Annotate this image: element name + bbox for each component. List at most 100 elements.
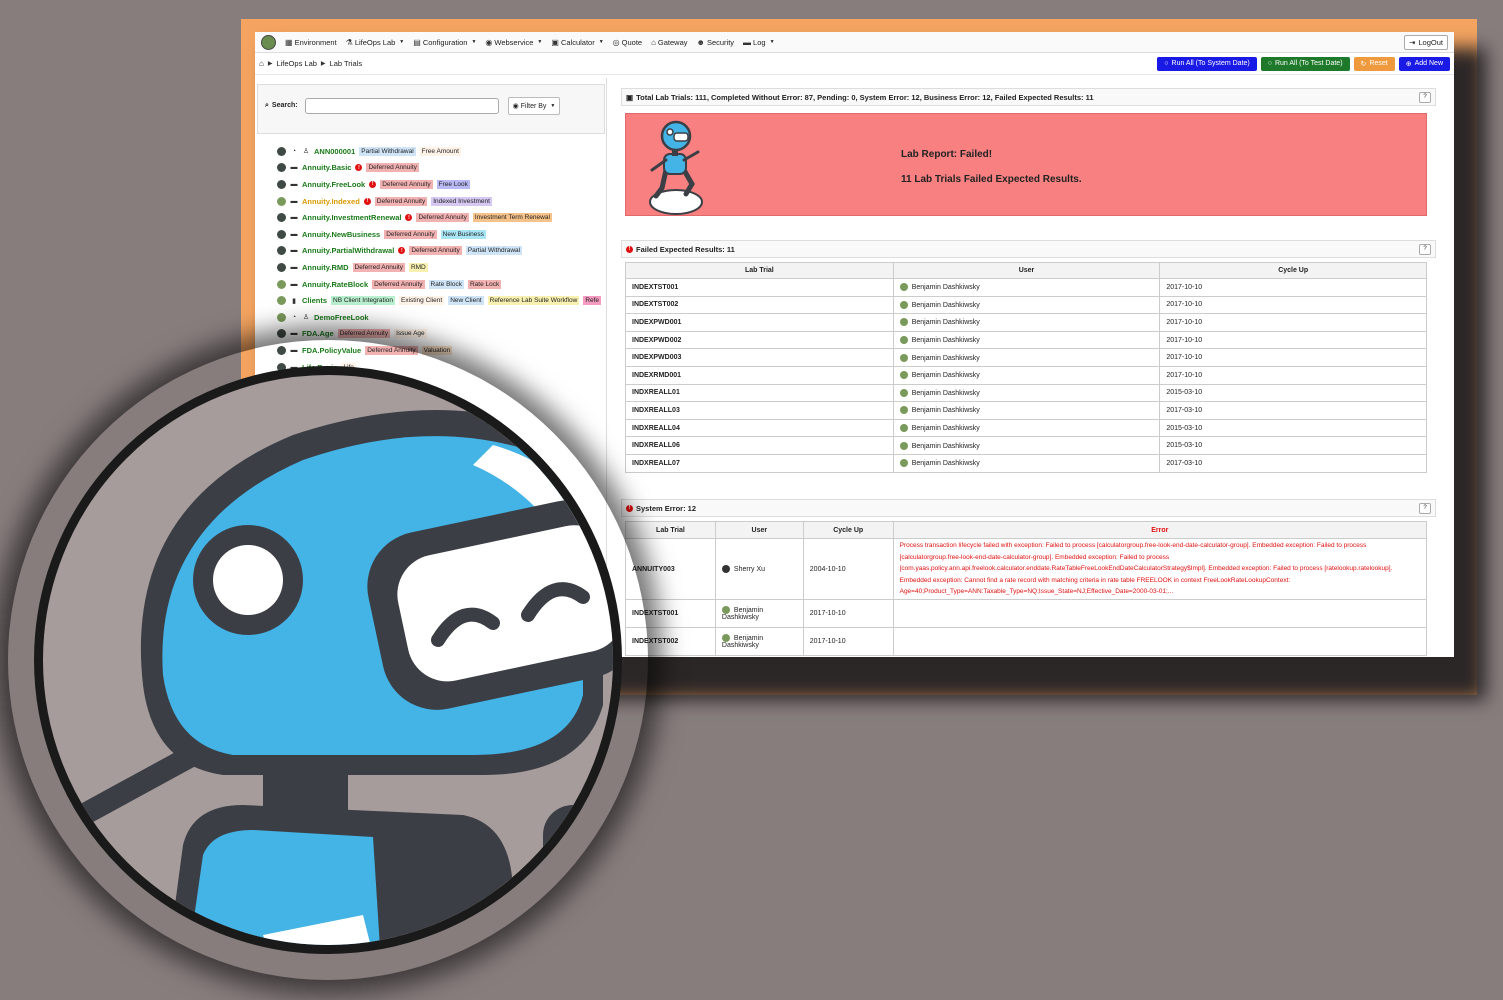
tag-label[interactable]: Deferred Annuity bbox=[380, 179, 433, 189]
tag-label[interactable]: Deferred Annuity bbox=[337, 329, 391, 339]
tree-item[interactable]: ▬ Annuity.InvestmentRenewal! Deferred Annu… bbox=[277, 209, 603, 226]
column-header[interactable]: Cycle Up bbox=[1159, 262, 1427, 279]
tag-label[interactable]: Deferred Annuity bbox=[352, 262, 405, 272]
table-row[interactable]: INDXREALL04 Benjamin Dashkiwsky 2015-03-… bbox=[625, 418, 1427, 438]
tag-label[interactable]: Reference Lab Suite Workflow bbox=[487, 296, 580, 306]
tag-label[interactable]: Refe bbox=[583, 296, 602, 306]
column-header[interactable]: User bbox=[892, 262, 1161, 279]
tree-item[interactable]: ◔ ♙ DemoFreeLook bbox=[277, 309, 603, 326]
tree-item-name[interactable]: Clients bbox=[302, 296, 327, 305]
nav-item-configuration[interactable]: ▤ Configuration ▼ bbox=[413, 38, 476, 47]
lab-trial-cell[interactable]: INDEXPWD003 bbox=[625, 348, 894, 367]
table-row[interactable]: INDXREALL06 Benjamin Dashkiwsky 2015-03-… bbox=[625, 436, 1427, 455]
tag-label[interactable]: Rate Block bbox=[428, 279, 464, 289]
lab-trial-cell[interactable]: INDEXTST001 bbox=[625, 278, 894, 297]
tree-item[interactable]: ▬ Annuity.RMD Deferred Annuity RMD bbox=[277, 259, 603, 276]
logout-button[interactable]: ⇥ LogOut bbox=[1404, 34, 1448, 50]
table-row[interactable]: INDEXTST002 Benjamin Dashkiwsky 2017-10-… bbox=[625, 295, 1427, 315]
table-row[interactable]: ANNUITY003 Sherry Xu 2004-10-10 Process … bbox=[625, 538, 1428, 600]
lab-trial-cell[interactable]: INDXREALL04 bbox=[625, 418, 894, 438]
add-new-button[interactable]: ⊕ Add New bbox=[1398, 56, 1450, 71]
lab-trial-cell[interactable]: INDXREALL07 bbox=[625, 453, 894, 473]
tree-item-name[interactable]: Annuity.NewBusiness bbox=[302, 230, 380, 239]
tag-label[interactable]: Free Look bbox=[436, 179, 470, 189]
tag-label[interactable]: Deferred Annuity bbox=[374, 196, 428, 206]
column-header[interactable]: Error bbox=[892, 521, 1428, 539]
home-icon[interactable]: ⌂ bbox=[259, 59, 264, 68]
lab-trial-cell[interactable]: INDEXRMD001 bbox=[625, 365, 894, 385]
table-row[interactable]: INDEXPWD003 Benjamin Dashkiwsky 2017-10-… bbox=[625, 348, 1427, 367]
tree-item-name[interactable]: Annuity.Indexed bbox=[302, 197, 360, 206]
tag-label[interactable]: Partial Withdrawal bbox=[359, 146, 416, 156]
lab-trial-cell[interactable]: INDEXPWD002 bbox=[625, 330, 894, 350]
tag-label[interactable]: New Client bbox=[448, 296, 484, 306]
tag-label[interactable]: Investment Term Renewal bbox=[472, 213, 552, 223]
tag-label[interactable]: Issue Age bbox=[394, 329, 427, 339]
table-row[interactable]: INDEXPWD001 Benjamin Dashkiwsky 2017-10-… bbox=[625, 313, 1427, 332]
nav-item-gateway[interactable]: ⌂ Gateway bbox=[651, 38, 687, 47]
tag-label[interactable]: Indexed Investment bbox=[431, 196, 492, 206]
search-input[interactable] bbox=[305, 98, 499, 114]
tree-item-name[interactable]: FDA.Age bbox=[302, 329, 334, 338]
breadcrumb-lifeops-lab[interactable]: LifeOps Lab bbox=[276, 59, 316, 68]
tag-label[interactable]: Partial Withdrawal bbox=[465, 246, 523, 256]
help-button[interactable]: ? bbox=[1419, 502, 1431, 514]
tree-item[interactable]: ◔ ♙ ANN000001 Partial Withdrawal Free Amount bbox=[277, 143, 603, 160]
tag-label[interactable]: New Business bbox=[440, 229, 486, 239]
tree-item-name[interactable]: Annuity.RMD bbox=[302, 263, 349, 272]
tag-label[interactable]: Deferred Annuity bbox=[416, 213, 469, 223]
column-header[interactable]: Lab Trial bbox=[625, 521, 716, 539]
nav-item-log[interactable]: ▬ Log ▼ bbox=[743, 38, 774, 47]
tag-label[interactable]: Deferred Annuity bbox=[384, 229, 437, 239]
tag-label[interactable]: Valuation bbox=[421, 345, 453, 355]
table-row[interactable]: INDEXTST001 Benjamin Dashkiwsky 2017-10-… bbox=[625, 599, 1428, 628]
tree-item[interactable]: ▬ Annuity.Indexed! Deferred Annuity Indexed… bbox=[277, 193, 603, 210]
tree-item[interactable]: ▬ Annuity.Basic! Deferred Annuity bbox=[277, 160, 603, 177]
nav-item-lifeops-lab[interactable]: ⚗ LifeOps Lab ▼ bbox=[346, 38, 405, 47]
table-row[interactable]: INDXREALL01 Benjamin Dashkiwsky 2015-03-… bbox=[625, 383, 1427, 403]
tree-item[interactable]: ▬ Annuity.PartialWithdrawal! Deferred Annu… bbox=[277, 243, 603, 260]
lab-trial-cell[interactable]: INDXREALL06 bbox=[625, 436, 894, 455]
nav-item-quote[interactable]: ◎ Quote bbox=[613, 38, 642, 47]
nav-item-security[interactable]: ☻ Security bbox=[697, 38, 735, 47]
tree-item-name[interactable]: Annuity.FreeLook bbox=[302, 180, 365, 189]
tag-label[interactable]: Deferred Annuity bbox=[409, 246, 462, 256]
nav-item-webservice[interactable]: ◉ Webservice ▼ bbox=[485, 38, 542, 47]
lab-trial-cell[interactable]: INDEXTST002 bbox=[625, 295, 894, 315]
column-header[interactable]: User bbox=[714, 521, 804, 539]
tree-item-name[interactable]: DemoFreeLook bbox=[314, 313, 369, 322]
table-row[interactable]: INDEXTST001 Benjamin Dashkiwsky 2017-10-… bbox=[625, 278, 1427, 297]
table-row[interactable]: INDXREALL07 Benjamin Dashkiwsky 2017-03-… bbox=[625, 453, 1427, 473]
table-row[interactable]: INDEXTST002 Benjamin Dashkiwsky 2017-10-… bbox=[625, 627, 1428, 656]
nav-item-environment[interactable]: ▦ Environment bbox=[285, 38, 337, 47]
run-all-system-date-button[interactable]: ○ Run All (To System Date) bbox=[1157, 56, 1257, 71]
tree-item[interactable]: ▮ Clients NB Client Integration Existing Cl… bbox=[277, 292, 603, 309]
reset-button[interactable]: ↻ Reset bbox=[1353, 56, 1395, 71]
tree-item-name[interactable]: Annuity.InvestmentRenewal bbox=[302, 213, 401, 222]
help-button[interactable]: ? bbox=[1419, 243, 1431, 255]
tag-label[interactable]: RMD bbox=[408, 262, 428, 272]
tree-item-name[interactable]: Annuity.Basic bbox=[302, 163, 351, 172]
tag-label[interactable]: Existing Client bbox=[399, 296, 445, 306]
tree-item-name[interactable]: Annuity.PartialWithdrawal bbox=[302, 246, 394, 255]
tag-label[interactable]: Deferred Annuity bbox=[372, 279, 425, 289]
table-row[interactable]: INDEXRMD001 Benjamin Dashkiwsky 2017-10-… bbox=[625, 365, 1427, 385]
tree-item-name[interactable]: ANN000001 bbox=[314, 147, 355, 156]
tag-label[interactable]: Free Amount bbox=[419, 146, 461, 156]
filter-by-dropdown[interactable]: ◉ Filter By ▼ bbox=[508, 97, 560, 115]
lab-trial-cell[interactable]: INDXREALL01 bbox=[625, 383, 894, 403]
tree-item[interactable]: ▬ Annuity.RateBlock Deferred Annuity Rate B… bbox=[277, 276, 603, 293]
lab-trial-cell[interactable]: INDXREALL03 bbox=[625, 401, 894, 420]
tag-label[interactable]: NB Client Integration bbox=[331, 296, 395, 306]
run-all-test-date-button[interactable]: ○ Run All (To Test Date) bbox=[1260, 56, 1350, 71]
tree-item[interactable]: ▬ Annuity.NewBusiness Deferred Annuity New … bbox=[277, 226, 603, 243]
lab-trial-cell[interactable]: INDEXPWD001 bbox=[625, 313, 894, 332]
tree-item-name[interactable]: Annuity.RateBlock bbox=[302, 280, 368, 289]
tree-item[interactable]: ▬ Annuity.FreeLook! Deferred Annuity Free L… bbox=[277, 176, 603, 193]
tag-label[interactable]: Rate Lock bbox=[467, 279, 502, 289]
table-row[interactable]: INDEXPWD002 Benjamin Dashkiwsky 2017-10-… bbox=[625, 330, 1427, 350]
user-avatar[interactable] bbox=[261, 34, 276, 50]
table-row[interactable]: INDXREALL03 Benjamin Dashkiwsky 2017-03-… bbox=[625, 401, 1427, 420]
column-header[interactable]: Cycle Up bbox=[802, 521, 894, 539]
nav-item-calculator[interactable]: ▣ Calculator ▼ bbox=[551, 38, 603, 47]
